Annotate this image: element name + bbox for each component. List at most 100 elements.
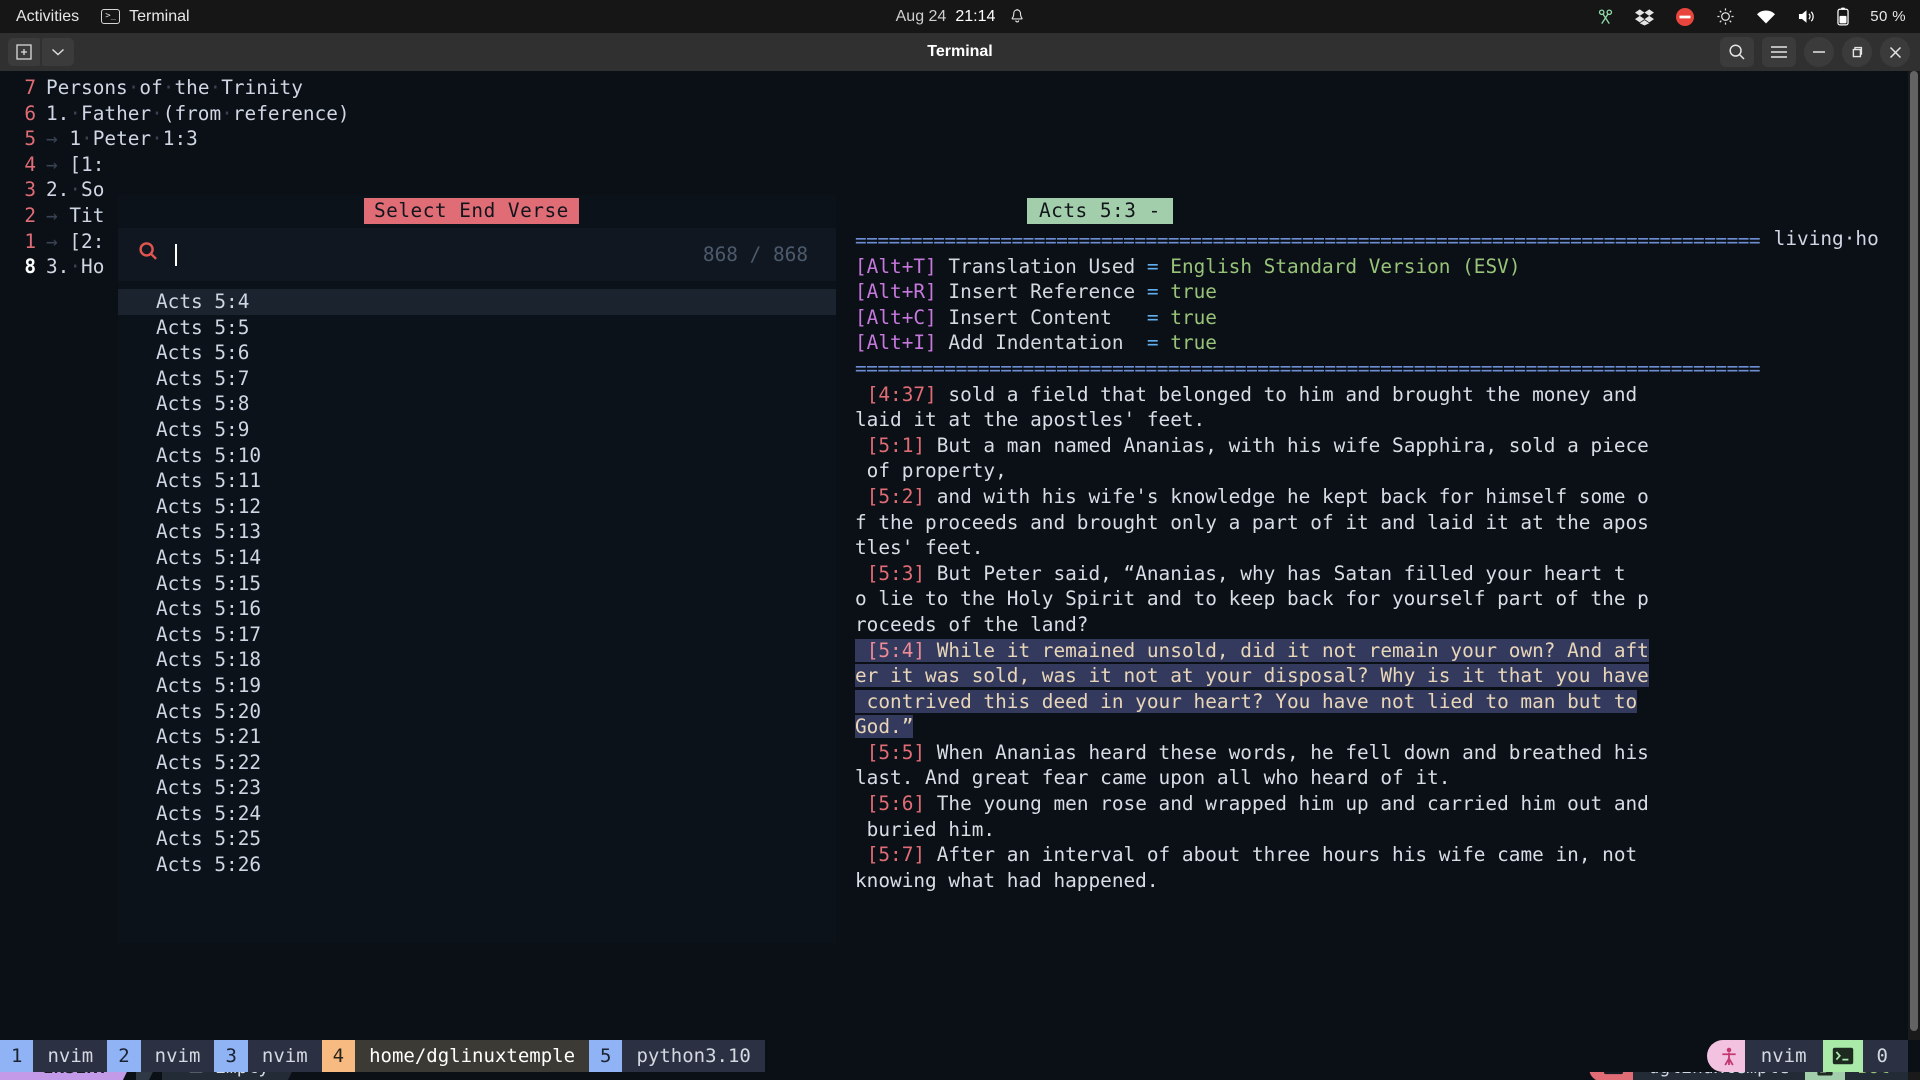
search-icon[interactable] bbox=[1720, 37, 1754, 67]
indent-arrow-icon: → bbox=[46, 203, 69, 229]
tmux-status-bar[interactable]: 1nvim2nvim3nvim4home/dglinuxtemple5pytho… bbox=[0, 1040, 1920, 1072]
battery-icon[interactable] bbox=[1837, 7, 1849, 26]
do-not-disturb-icon[interactable] bbox=[1675, 7, 1695, 27]
picker-result-item[interactable]: Acts 5:12 bbox=[118, 494, 836, 520]
picker-result-item[interactable]: Acts 5:14 bbox=[118, 545, 836, 571]
hamburger-menu-icon[interactable] bbox=[1762, 37, 1796, 67]
tmux-session-name: nvim bbox=[1745, 1040, 1823, 1072]
preview-rule-top: ========================================… bbox=[855, 228, 1770, 254]
window-title: Terminal bbox=[927, 43, 993, 61]
line-number: 7 bbox=[0, 75, 46, 101]
terminal-prompt-icon bbox=[1823, 1040, 1863, 1072]
close-icon[interactable] bbox=[1880, 37, 1910, 67]
tmux-window-name[interactable]: python3.10 bbox=[622, 1040, 764, 1072]
gnome-system-tray[interactable]: 50 % bbox=[1597, 7, 1906, 27]
preview-setting-row: [Alt+I] Add Indentation = true bbox=[855, 330, 1770, 356]
picker-result-item[interactable]: Acts 5:13 bbox=[118, 519, 836, 545]
gnome-clock-area[interactable]: Aug 24 21:14 bbox=[896, 8, 1025, 26]
search-input[interactable] bbox=[175, 244, 177, 266]
chevron-down-icon[interactable] bbox=[42, 38, 74, 66]
picker-result-item[interactable]: Acts 5:9 bbox=[118, 417, 836, 443]
picker-result-item[interactable]: Acts 5:5 bbox=[118, 315, 836, 341]
preview-verse-line: tles' feet. bbox=[855, 535, 1770, 561]
picker-result-item[interactable]: Acts 5:23 bbox=[118, 775, 836, 801]
search-icon bbox=[138, 241, 159, 269]
clock-time: 21:14 bbox=[955, 8, 995, 26]
picker-result-item[interactable]: Acts 5:25 bbox=[118, 826, 836, 852]
picker-result-item[interactable]: Acts 5:18 bbox=[118, 647, 836, 673]
preview-verse-line: [5:7] After an interval of about three h… bbox=[855, 842, 1770, 868]
picker-result-item[interactable]: Acts 5:7 bbox=[118, 366, 836, 392]
night-light-icon[interactable] bbox=[1716, 7, 1735, 26]
tmux-window-list[interactable]: 1nvim2nvim3nvim4home/dglinuxtemple5pytho… bbox=[0, 1040, 765, 1072]
picker-result-item[interactable]: Acts 5:15 bbox=[118, 571, 836, 597]
buffer-line-text: 3.·Ho bbox=[46, 254, 104, 280]
buffer-line-text: [1: bbox=[69, 152, 104, 178]
preview-setting-row: [Alt+R] Insert Reference = true bbox=[855, 279, 1770, 305]
preview-verse-line: last. And great fear came upon all who h… bbox=[855, 765, 1770, 791]
picker-title: Select End Verse bbox=[364, 198, 579, 224]
buffer-line[interactable]: 61.·Father·(from·reference) bbox=[0, 101, 1908, 127]
picker-result-item[interactable]: Acts 5:21 bbox=[118, 724, 836, 750]
terminal-content[interactable]: 7Persons·of·the·Trinity61.·Father·(from·… bbox=[0, 71, 1920, 1080]
titlebar-right-buttons bbox=[1720, 37, 1910, 67]
buffer-line-text: Tit bbox=[69, 203, 104, 229]
terminal-scrollbar[interactable] bbox=[1908, 71, 1920, 1080]
picker-result-item[interactable]: Acts 5:17 bbox=[118, 622, 836, 648]
line-number: 1 bbox=[0, 229, 46, 255]
tmux-window-index[interactable]: 5 bbox=[589, 1040, 622, 1072]
tmux-window-index[interactable]: 4 bbox=[322, 1040, 355, 1072]
scrollbar-thumb[interactable] bbox=[1910, 71, 1918, 1031]
buffer-line-text: Persons·of·the·Trinity bbox=[46, 75, 303, 101]
screenshot-scissors-icon[interactable] bbox=[1597, 8, 1614, 26]
line-number: 8 bbox=[0, 254, 46, 280]
buffer-line-text: 1.·Father·(from·reference) bbox=[46, 101, 350, 127]
buffer-line[interactable]: 5→ 1·Peter·1:3 bbox=[0, 126, 1908, 152]
buffer-line[interactable]: 4→ [1: bbox=[0, 152, 1908, 178]
picker-result-item[interactable]: Acts 5:24 bbox=[118, 801, 836, 827]
picker-result-item[interactable]: Acts 5:22 bbox=[118, 750, 836, 776]
picker-result-count: 868 / 868 bbox=[703, 242, 808, 268]
tmux-window-name[interactable]: nvim bbox=[141, 1040, 215, 1072]
preview-verse-line: knowing what had happened. bbox=[855, 868, 1770, 894]
verse-preview-pane[interactable]: Acts 5:3 - =============================… bbox=[855, 195, 1770, 943]
tmux-window-index[interactable]: 2 bbox=[107, 1040, 140, 1072]
minimize-icon[interactable] bbox=[1804, 37, 1834, 67]
volume-icon[interactable] bbox=[1797, 8, 1816, 25]
picker-result-item[interactable]: Acts 5:16 bbox=[118, 596, 836, 622]
preview-verse-line: [4:37] sold a field that belonged to him… bbox=[855, 382, 1770, 408]
wifi-icon[interactable] bbox=[1756, 9, 1776, 25]
picker-prompt-row[interactable]: 868 / 868 bbox=[118, 228, 836, 281]
picker-result-item[interactable]: Acts 5:8 bbox=[118, 391, 836, 417]
tmux-window-name[interactable]: nvim bbox=[33, 1040, 107, 1072]
buffer-line-text: [2: bbox=[69, 229, 104, 255]
app-indicator-label: Terminal bbox=[129, 8, 189, 26]
tmux-window-name[interactable]: nvim bbox=[248, 1040, 322, 1072]
picker-title-row: Select End Verse bbox=[118, 195, 836, 228]
app-indicator[interactable]: >_ Terminal bbox=[101, 8, 189, 26]
picker-result-item[interactable]: Acts 5:10 bbox=[118, 443, 836, 469]
picker-result-item[interactable]: Acts 5:11 bbox=[118, 468, 836, 494]
tmux-window-name[interactable]: home/dglinuxtemple bbox=[355, 1040, 589, 1072]
clock-date: Aug 24 bbox=[896, 8, 947, 26]
tmux-window-index[interactable]: 3 bbox=[214, 1040, 247, 1072]
maximize-icon[interactable] bbox=[1842, 37, 1872, 67]
dropbox-icon[interactable] bbox=[1635, 8, 1654, 26]
picker-result-item[interactable]: Acts 5:20 bbox=[118, 699, 836, 725]
indent-arrow-icon: → bbox=[46, 229, 69, 255]
picker-result-item[interactable]: Acts 5:4 bbox=[118, 289, 836, 315]
verse-picker-popup[interactable]: Select End Verse 868 / 868 Acts 5:4Acts … bbox=[118, 195, 836, 943]
picker-result-item[interactable]: Acts 5:19 bbox=[118, 673, 836, 699]
buffer-line[interactable]: 7Persons·of·the·Trinity bbox=[0, 75, 1908, 101]
picker-results-list[interactable]: Acts 5:4Acts 5:5Acts 5:6Acts 5:7Acts 5:8… bbox=[118, 281, 836, 943]
notification-bell-icon[interactable] bbox=[1009, 8, 1024, 25]
picker-result-item[interactable]: Acts 5:6 bbox=[118, 340, 836, 366]
line-number: 3 bbox=[0, 177, 46, 203]
picker-result-item[interactable]: Acts 5:26 bbox=[118, 852, 836, 878]
preview-verse-line: [5:1] But a man named Ananias, with his … bbox=[855, 433, 1770, 459]
clock: Aug 24 21:14 bbox=[896, 8, 996, 26]
terminal-titlebar: Terminal bbox=[0, 33, 1920, 71]
activities-button[interactable]: Activities bbox=[16, 8, 79, 26]
new-tab-button[interactable] bbox=[8, 38, 40, 66]
tmux-window-index[interactable]: 1 bbox=[0, 1040, 33, 1072]
